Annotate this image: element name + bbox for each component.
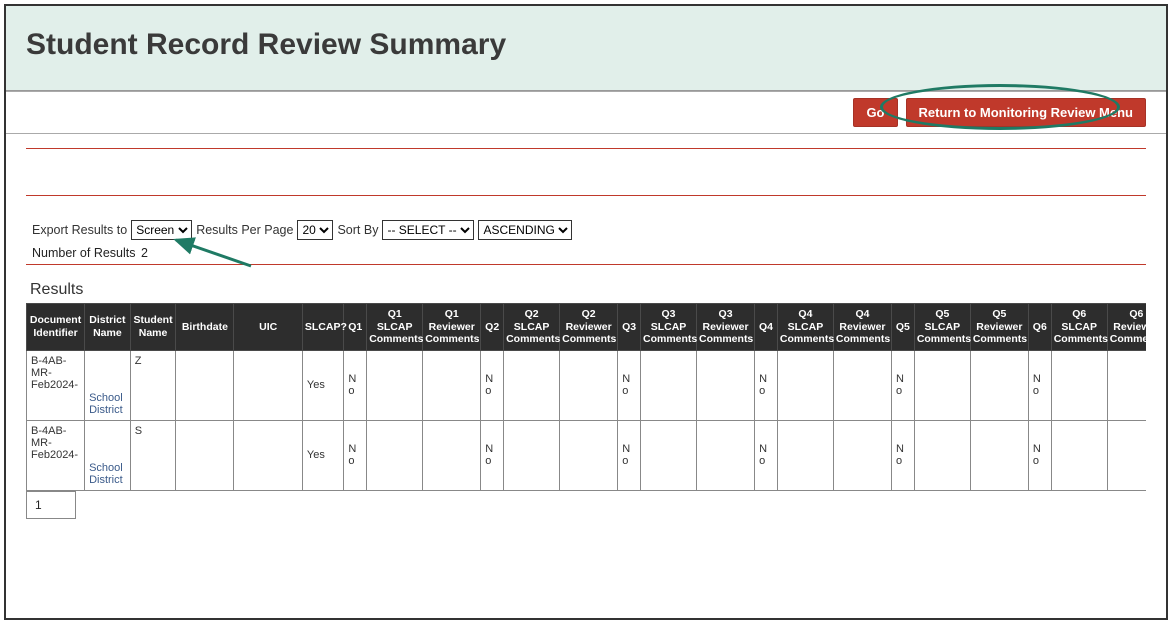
cell-q5: No xyxy=(892,350,915,420)
cell-q4: No xyxy=(755,420,778,490)
cell-q2rc xyxy=(560,420,618,490)
col-header: Birthdate xyxy=(176,304,234,351)
cell-q2: No xyxy=(481,350,504,420)
go-button[interactable]: Go xyxy=(853,98,897,127)
cell-q2sc xyxy=(504,350,560,420)
export-label: Export Results to xyxy=(32,223,127,237)
return-to-menu-button[interactable]: Return to Monitoring Review Menu xyxy=(906,98,1147,127)
col-header: District Name xyxy=(85,304,131,351)
col-header: Q2 xyxy=(481,304,504,351)
col-header: Q2 Reviewer Comments xyxy=(560,304,618,351)
col-header: Q1 SLCAP Comments xyxy=(367,304,423,351)
cell-q5: No xyxy=(892,420,915,490)
cell-q1: No xyxy=(344,420,367,490)
cell-slcap: Yes xyxy=(302,350,343,420)
body-area: Export Results to Screen Results Per Pag… xyxy=(6,134,1166,519)
per-page-label: Results Per Page xyxy=(196,223,293,237)
col-header: Q3 SLCAP Comments xyxy=(641,304,697,351)
num-results-label: Number of Results xyxy=(32,246,136,260)
cell-q4: No xyxy=(755,350,778,420)
cell-q1rc xyxy=(423,420,481,490)
col-header: Q1 xyxy=(344,304,367,351)
cell-doc: B-4AB-MR-Feb2024- xyxy=(27,350,85,420)
col-header: Q5 xyxy=(892,304,915,351)
cell-q1sc xyxy=(367,350,423,420)
table-row: B-4AB-MR-Feb2024- School District S Yes … xyxy=(27,420,1147,490)
col-header: Q4 xyxy=(755,304,778,351)
cell-q6sc xyxy=(1051,420,1107,490)
col-header: Q6 Reviewer Comments xyxy=(1107,304,1146,351)
cell-q3sc xyxy=(641,350,697,420)
cell-q1rc xyxy=(423,350,481,420)
cell-q2rc xyxy=(560,350,618,420)
cell-q4sc xyxy=(777,350,833,420)
results-heading: Results xyxy=(30,281,1146,299)
col-header: Q2 SLCAP Comments xyxy=(504,304,560,351)
col-header: Q4 Reviewer Comments xyxy=(833,304,891,351)
cell-q6rc xyxy=(1107,350,1146,420)
cell-uic xyxy=(234,350,302,420)
divider xyxy=(26,264,1146,265)
col-header: Q5 Reviewer Comments xyxy=(970,304,1028,351)
cell-q1: No xyxy=(344,350,367,420)
col-header: SLCAP? xyxy=(302,304,343,351)
cell-q4sc xyxy=(777,420,833,490)
controls-row: Export Results to Screen Results Per Pag… xyxy=(26,214,1146,244)
cell-q5sc xyxy=(914,420,970,490)
cell-q1sc xyxy=(367,420,423,490)
app-frame: Student Record Review Summary Go Return … xyxy=(4,4,1168,620)
col-header: Q1 Reviewer Comments xyxy=(423,304,481,351)
cell-q6rc xyxy=(1107,420,1146,490)
cell-q3: No xyxy=(618,350,641,420)
cell-q4rc xyxy=(833,420,891,490)
page-header: Student Record Review Summary xyxy=(6,6,1166,91)
cell-birthdate xyxy=(176,350,234,420)
num-results-value: 2 xyxy=(141,246,148,260)
cell-q3: No xyxy=(618,420,641,490)
cell-slcap: Yes xyxy=(302,420,343,490)
num-results: Number of Results 2 xyxy=(26,244,1146,264)
sort-dir-select[interactable]: ASCENDING xyxy=(478,220,572,240)
col-header: Student Name xyxy=(130,304,176,351)
table-row: B-4AB-MR-Feb2024- School District Z Yes … xyxy=(27,350,1147,420)
col-header: Q3 xyxy=(618,304,641,351)
action-bar: Go Return to Monitoring Review Menu xyxy=(6,91,1166,134)
cell-doc: B-4AB-MR-Feb2024- xyxy=(27,420,85,490)
page-title: Student Record Review Summary xyxy=(26,28,1146,62)
table-head: Document Identifier District Name Studen… xyxy=(27,304,1147,351)
col-header: UIC xyxy=(234,304,302,351)
cell-q6: No xyxy=(1028,350,1051,420)
cell-q2sc xyxy=(504,420,560,490)
cell-q6: No xyxy=(1028,420,1051,490)
results-table-wrap: Document Identifier District Name Studen… xyxy=(26,303,1146,519)
col-header: Q3 Reviewer Comments xyxy=(697,304,755,351)
cell-district: School District xyxy=(85,420,131,490)
col-header: Document Identifier xyxy=(27,304,85,351)
col-header: Q4 SLCAP Comments xyxy=(777,304,833,351)
divider xyxy=(26,195,1146,196)
col-header: Q5 SLCAP Comments xyxy=(914,304,970,351)
cell-q3sc xyxy=(641,420,697,490)
pager-page[interactable]: 1 xyxy=(26,491,76,519)
cell-q5sc xyxy=(914,350,970,420)
cell-q5rc xyxy=(970,350,1028,420)
cell-q2: No xyxy=(481,420,504,490)
cell-student: S xyxy=(130,420,176,490)
cell-birthdate xyxy=(176,420,234,490)
cell-q3rc xyxy=(697,420,755,490)
results-table: Document Identifier District Name Studen… xyxy=(26,303,1146,491)
cell-q5rc xyxy=(970,420,1028,490)
cell-q6sc xyxy=(1051,350,1107,420)
cell-student: Z xyxy=(130,350,176,420)
cell-q3rc xyxy=(697,350,755,420)
cell-district: School District xyxy=(85,350,131,420)
col-header: Q6 SLCAP Comments xyxy=(1051,304,1107,351)
sort-by-select[interactable]: -- SELECT -- xyxy=(382,220,474,240)
cell-q4rc xyxy=(833,350,891,420)
col-header: Q6 xyxy=(1028,304,1051,351)
cell-uic xyxy=(234,420,302,490)
export-select[interactable]: Screen xyxy=(131,220,192,240)
sort-by-label: Sort By xyxy=(337,223,378,237)
per-page-select[interactable]: 20 xyxy=(297,220,333,240)
